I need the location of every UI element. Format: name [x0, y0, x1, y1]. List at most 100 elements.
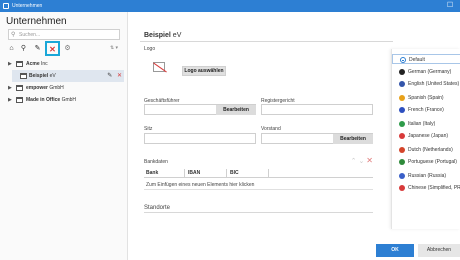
move-up-icon[interactable]: ⌃: [351, 158, 357, 165]
edit-board-button[interactable]: Bearbeiten: [333, 134, 373, 144]
flag-icon: [399, 133, 405, 139]
language-item[interactable]: Default: [392, 54, 460, 64]
sidebar-toolbar: ⌂ ⚲ ✎ ✕ ⚙ ⇅ ▾: [6, 41, 124, 56]
language-label: English (United States): [408, 81, 460, 87]
row-actions: ✎ ✕: [107, 70, 122, 82]
move-down-icon[interactable]: ⌄: [358, 158, 364, 165]
language-item[interactable]: English (United States): [392, 79, 460, 89]
title-bar: Unternehmen ☐: [0, 0, 460, 12]
search-input[interactable]: ⚲ Suchen...: [8, 29, 120, 40]
bank-row-controls: ⌃ ⌄ ✕: [351, 157, 373, 166]
seat-field[interactable]: [144, 133, 256, 144]
tree-item-suffix: Inc: [39, 61, 48, 67]
expand-arrow-icon[interactable]: ▶: [8, 82, 12, 94]
tree-item-suffix: GmbH: [60, 97, 77, 103]
tree-item-name: empower: [26, 85, 48, 91]
language-label: French (France): [408, 107, 444, 113]
flag-icon: [399, 95, 405, 101]
language-label: Default: [409, 57, 425, 63]
language-label: Dutch (Netherlands): [408, 147, 453, 153]
cancel-button[interactable]: Abbrechen: [418, 244, 460, 257]
tree-item-suffix: eV: [48, 73, 56, 79]
add-new-row[interactable]: Zum Einfügen eines neuen Elements hier k…: [144, 180, 373, 190]
flag-icon: [399, 121, 405, 127]
sort-button[interactable]: ⇅ ▾: [108, 43, 120, 54]
language-item[interactable]: Dutch (Netherlands): [392, 145, 460, 155]
building-icon: [20, 73, 27, 79]
building-icon: [16, 97, 23, 103]
company-tree: ▶ Acme Inc Beispiel eV ✎ ✕ ▶ empower Gmb…: [6, 58, 124, 106]
locations-divider: [144, 212, 373, 213]
language-item[interactable]: Italian (Italy): [392, 119, 460, 129]
no-image-icon: [153, 62, 165, 72]
language-item[interactable]: Portuguese (Portugal): [392, 157, 460, 167]
logo-label: Logo: [144, 46, 156, 52]
language-item[interactable]: Japanese (Japan): [392, 131, 460, 141]
flag-icon: [399, 107, 405, 113]
tree-item-made-in-office[interactable]: ▶ Made in Office GmbH: [6, 94, 124, 106]
flag-icon: [399, 81, 405, 87]
add-company-button[interactable]: ⌂: [6, 43, 17, 54]
search-icon: ⚲: [11, 32, 16, 38]
delete-icon[interactable]: ✕: [117, 73, 122, 79]
flag-icon: [399, 159, 405, 165]
language-label: Chinese (Simplified, PRC): [408, 185, 460, 191]
globe-icon: [400, 57, 406, 63]
registry-court-field[interactable]: [261, 104, 373, 115]
sidebar-title: Unternehmen: [6, 16, 67, 27]
window-title: Unternehmen: [12, 3, 43, 9]
sidebar: Unternehmen ⚲ Suchen... ⌂ ⚲ ✎ ✕ ⚙ ⇅ ▾ ▶ …: [0, 12, 128, 260]
flag-icon: [399, 69, 405, 75]
tree-item-name: Acme: [26, 61, 40, 67]
tree-item-suffix: GmbH: [47, 85, 64, 91]
company-details: Beispiel eV Logo Logo auswählen Geschäft…: [140, 29, 393, 260]
column-iban[interactable]: IBAN: [188, 168, 200, 178]
app-icon: [3, 3, 9, 9]
maximize-button[interactable]: ☐: [446, 2, 454, 10]
building-icon: [16, 61, 23, 67]
bank-data-section: Bankdaten ⌃ ⌄ ✕ Bank IBAN BIC Zum Einfüg…: [144, 157, 373, 191]
edit-button[interactable]: ✎: [32, 43, 43, 54]
building-icon: [16, 85, 23, 91]
language-list: Default German (Germany) English (United S…: [391, 49, 460, 229]
language-label: Portuguese (Portugal): [408, 159, 457, 165]
flag-icon: [399, 173, 405, 179]
remove-row-icon[interactable]: ✕: [366, 156, 373, 165]
tree-item-name: Beispiel: [29, 73, 49, 79]
language-item[interactable]: German (Germany): [392, 67, 460, 77]
language-item[interactable]: Russian (Russia): [392, 171, 460, 181]
seat-label: Sitz: [144, 126, 153, 132]
link-button[interactable]: ⚲: [18, 43, 29, 54]
language-label: German (Germany): [408, 69, 452, 75]
language-label: Japanese (Japan): [408, 133, 449, 139]
settings-button[interactable]: ⚙: [62, 43, 73, 54]
flag-icon: [399, 185, 405, 191]
language-item[interactable]: Spanish (Spain): [392, 93, 460, 103]
page-title: Beispiel eV: [144, 32, 182, 39]
title-divider: [140, 41, 393, 42]
delete-button[interactable]: ✕: [45, 41, 60, 56]
tree-item-name: Made in Office: [26, 97, 61, 103]
tree-item-empower[interactable]: ▶ empower GmbH: [6, 82, 124, 94]
search-placeholder: Suchen...: [19, 32, 41, 38]
tree-item-acme[interactable]: ▶ Acme Inc: [6, 58, 124, 70]
board-label: Vorstand: [261, 126, 281, 132]
language-label: Spanish (Spain): [408, 95, 444, 101]
locations-label: Standorte: [144, 205, 171, 211]
ok-button[interactable]: OK: [376, 244, 414, 257]
language-label: Russian (Russia): [408, 173, 447, 179]
choose-logo-button[interactable]: Logo auswählen: [182, 66, 226, 76]
language-item[interactable]: Chinese (Simplified, PRC): [392, 183, 460, 193]
edit-managing-director-button[interactable]: Bearbeiten: [216, 105, 256, 115]
tree-item-beispiel[interactable]: Beispiel eV ✎ ✕: [12, 70, 124, 82]
column-bank[interactable]: Bank: [146, 168, 158, 178]
expand-arrow-icon[interactable]: ▶: [8, 94, 12, 106]
language-item[interactable]: French (France): [392, 105, 460, 115]
flag-icon: [399, 147, 405, 153]
bank-data-label: Bankdaten: [144, 159, 168, 165]
language-label: Italian (Italy): [408, 121, 436, 127]
bank-table-header: Bank IBAN BIC: [144, 168, 373, 178]
column-bic[interactable]: BIC: [230, 168, 239, 178]
expand-arrow-icon[interactable]: ▶: [8, 58, 12, 70]
edit-icon[interactable]: ✎: [107, 73, 112, 79]
